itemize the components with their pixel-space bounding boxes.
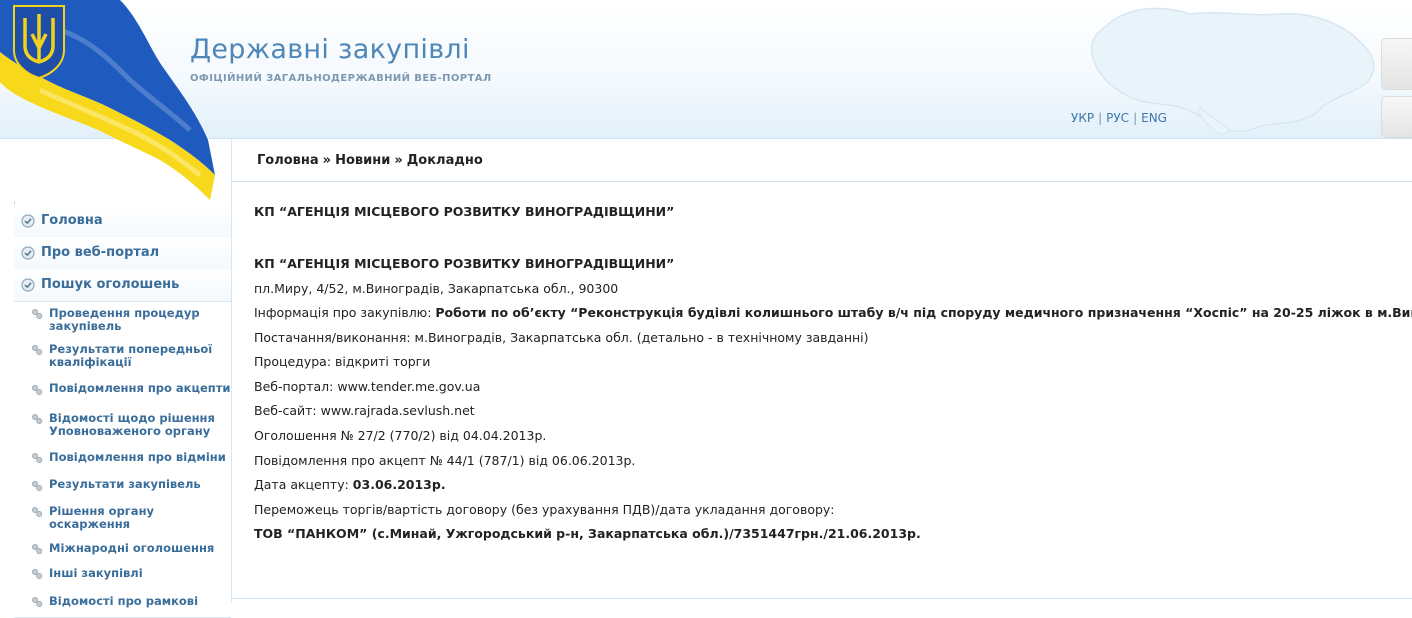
sidebar-sub-item[interactable]: Рішення органу оскарження (14, 499, 231, 538)
sidebar-sub-item-label: Інші закупівлі (49, 567, 231, 580)
sidebar-top-item[interactable]: Пошук оголошень (14, 269, 231, 302)
check-circle-icon (21, 278, 35, 292)
procurement-info-value: Роботи по об’єкту “Реконструкція будівлі… (435, 305, 1412, 320)
procurement-info-label: Інформація про закупівлю: (254, 305, 436, 320)
bullet-dots-icon (32, 345, 43, 355)
lang-eng-link[interactable]: ENG (1141, 111, 1167, 125)
sidebar-sub-item[interactable]: Міжнародні оголошення (14, 537, 231, 562)
organization-address: пл.Миру, 4/52, м.Виноградів, Закарпатськ… (254, 281, 619, 296)
sidebar-sub-item-line1: Повідомлення про акцепти (49, 382, 231, 395)
sidebar-sub-item-label: Результати попередньої кваліфікації (49, 343, 231, 369)
winner-label: Переможець торгів/вартість договору (без… (254, 502, 835, 517)
check-circle-icon (21, 246, 35, 260)
bullet-dots-icon (32, 481, 43, 491)
article-heading: КП “АГЕНЦІЯ МІСЦЕВОГО РОЗВИТКУ ВИНОГРАДІ… (254, 204, 675, 219)
sidebar-sub-item-line1: Міжнародні оголошення (49, 542, 215, 555)
site-subtitle: ОФІЦІЙНИЙ ЗАГАЛЬНОДЕРЖАВНИЙ ВЕБ-ПОРТАЛ (190, 73, 492, 84)
website-info: Веб-сайт: www.rajrada.sevlush.net (254, 403, 475, 418)
acceptance-date-label: Дата акцепту: (254, 477, 353, 492)
winner-value: ТОВ “ПАНКОМ” (с.Минай, Ужгородський р-н,… (254, 526, 921, 541)
acceptance-date: Дата акцепту: 03.06.2013р. (254, 477, 446, 492)
language-switcher: УКР | РУС | ENG (1071, 111, 1167, 125)
acceptance-date-value: 03.06.2013р. (352, 477, 446, 492)
bullet-dots-icon (32, 544, 43, 554)
sidebar-sub-item[interactable]: Відомості щодо рішення Уповноваженого орг… (14, 405, 231, 445)
sidebar-sub-item-line1: Відомості про рамкові (49, 595, 199, 608)
lang-ukr-link[interactable]: УКР (1071, 111, 1094, 125)
sidebar-sub-item[interactable]: Результати закупівель (14, 472, 231, 500)
bullet-dots-icon (32, 385, 43, 395)
sidebar-sub-item-label: Міжнародні оголошення (49, 542, 231, 555)
sidebar-sub-item-label: Відомості про рамкові (49, 595, 231, 608)
lang-separator: | (1098, 111, 1103, 125)
procurement-info: Інформація про закупівлю: Роботи по об’є… (254, 305, 1412, 320)
breadcrumb-separator: » (322, 153, 332, 168)
bullet-dots-icon (32, 414, 43, 424)
sidebar-sub-item-line1: Повідомлення про відміни (49, 451, 226, 464)
lang-rus-link[interactable]: РУС (1106, 111, 1129, 125)
sidebar-top-item-label: Головна (41, 213, 103, 228)
trident-icon (13, 5, 65, 80)
lang-separator: | (1133, 111, 1138, 125)
side-tab[interactable] (1381, 96, 1412, 138)
acceptance-notice: Повідомлення про акцепт № 44/1 (787/1) в… (254, 453, 636, 468)
sidebar-sub-item-line1: Результати закупівель (49, 478, 201, 491)
sidebar-top-item[interactable]: Про веб-портал (14, 237, 231, 270)
breadcrumb-home-link[interactable]: Головна (257, 153, 319, 168)
side-tab[interactable] (1381, 38, 1412, 90)
bullet-dots-icon (32, 507, 43, 517)
breadcrumb-current: Докладно (406, 153, 483, 168)
check-circle-icon (21, 214, 35, 228)
bullet-dots-icon (32, 309, 43, 319)
organization-name: КП “АГЕНЦІЯ МІСЦЕВОГО РОЗВИТКУ ВИНОГРАДІ… (254, 256, 675, 271)
breadcrumb-separator: » (394, 153, 403, 168)
breadcrumb-news-link[interactable]: Новини (335, 153, 390, 168)
sidebar-sub-item-label: Повідомлення про відміни (49, 451, 231, 464)
sidebar-sub-item-label: Результати закупівель (49, 478, 231, 491)
sidebar-top-item-label: Пошук оголошень (41, 277, 180, 292)
bullet-dots-icon (32, 569, 43, 579)
sidebar-sub-item[interactable]: Проведення процедур закупівель (14, 302, 231, 339)
sidebar-sub-item[interactable]: Результати попередньої кваліфікації (14, 338, 231, 375)
sidebar-sub-item-line2: оскарження (49, 517, 131, 531)
announcement-info: Оголошення № 27/2 (770/2) від 04.04.2013… (254, 428, 547, 443)
sidebar-top-item-label: Про веб-портал (41, 245, 160, 260)
sidebar-sub-item-label: Проведення процедур закупівель (49, 307, 231, 333)
sidebar-sub-item-line1: Інші закупівлі (49, 567, 143, 580)
sidebar-sub-item-label: Повідомлення про акцепти (49, 382, 231, 395)
sidebar-sub-item-line2: Уповноваженого органу (49, 424, 211, 438)
delivery-info: Постачання/виконання: м.Виноградів, Зака… (254, 330, 869, 345)
procedure-info: Процедура: відкриті торги (254, 354, 431, 369)
sidebar-sub-item-line2: закупівель (49, 319, 122, 333)
bullet-dots-icon (32, 453, 43, 463)
site-title[interactable]: Державні закупівлі (190, 34, 470, 65)
sidebar-top-item[interactable]: Головна (14, 205, 231, 238)
sidebar-sub-item[interactable]: Інші закупівлі (14, 561, 231, 588)
sidebar-sub-item-line2: кваліфікації (49, 355, 132, 369)
sidebar-nav: Головна Про веб-портал Пошук оголошень Про… (0, 139, 232, 618)
webportal-info: Веб-портал: www.tender.me.gov.ua (254, 379, 481, 394)
breadcrumb: Головна» Новини» Докладно (257, 153, 483, 168)
bullet-dots-icon (32, 597, 43, 607)
sidebar-sub-item[interactable]: Повідомлення про відміни (14, 444, 231, 473)
sidebar-sub-item[interactable]: Повідомлення про акцепти (14, 374, 231, 406)
breadcrumb-bar: Головна» Новини» Докладно (232, 139, 1412, 182)
content-divider (232, 598, 1412, 599)
sidebar-sub-item-label: Рішення органу оскарження (49, 505, 231, 531)
sidebar-sub-item-label: Відомості щодо рішення Уповноваженого орг… (49, 412, 231, 438)
